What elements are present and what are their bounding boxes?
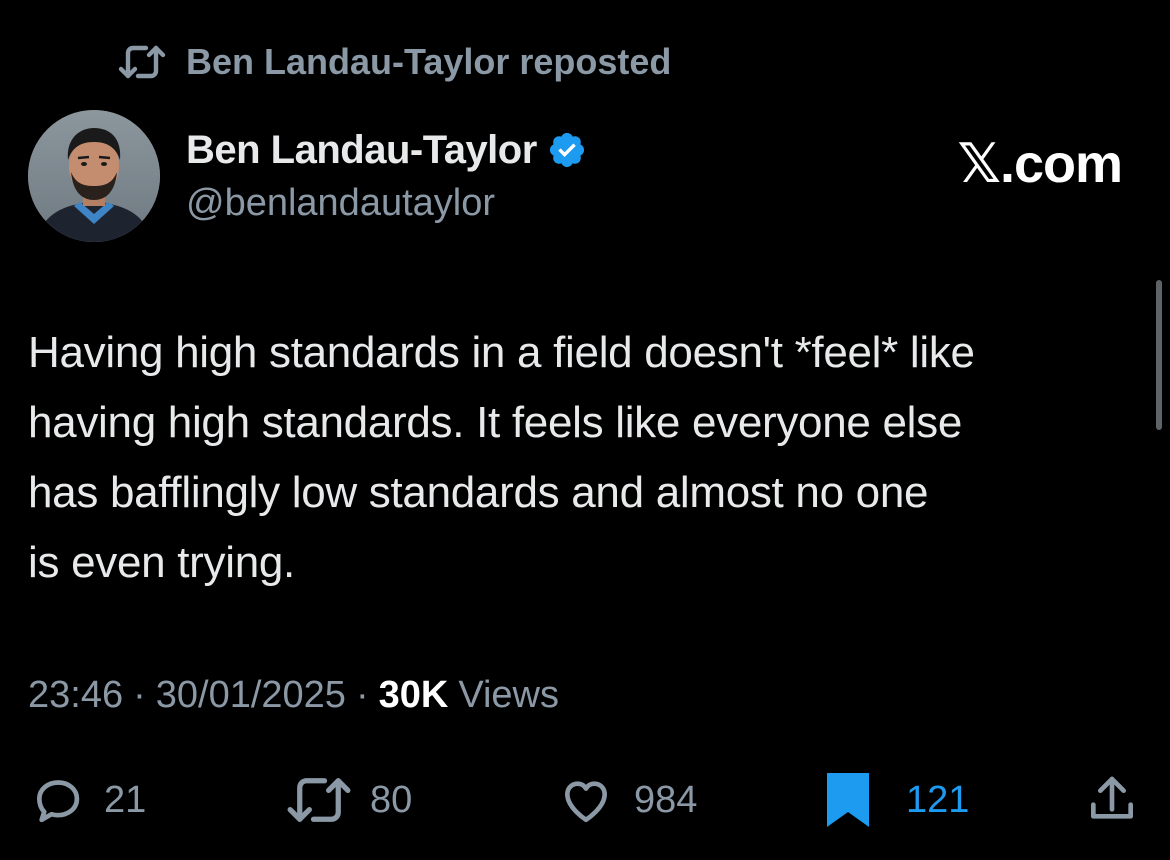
- repost-button[interactable]: 80: [286, 770, 412, 830]
- views-count[interactable]: 30K: [379, 674, 449, 717]
- meta-separator: ·: [355, 674, 369, 716]
- views-label[interactable]: Views: [458, 674, 559, 717]
- reply-button[interactable]: 21: [30, 770, 146, 830]
- reply-icon: [30, 772, 86, 828]
- author-name-row[interactable]: Ben Landau-Taylor: [186, 126, 587, 174]
- like-button[interactable]: 984: [556, 770, 697, 830]
- author-block: Ben Landau-Taylor @benlandautaylor: [186, 126, 587, 225]
- share-button[interactable]: [1084, 770, 1140, 830]
- like-count: 984: [634, 778, 698, 821]
- tweet-time[interactable]: 23:46: [28, 674, 123, 717]
- bookmark-icon: [824, 770, 872, 830]
- bookmark-count: 121: [906, 778, 970, 821]
- heart-icon: [556, 772, 616, 828]
- author-name[interactable]: Ben Landau-Taylor: [186, 128, 537, 173]
- repost-icon: [286, 772, 352, 828]
- repost-banner-text: Ben Landau-Taylor reposted: [186, 41, 672, 82]
- action-bar: 21 80 984 121: [0, 770, 1170, 830]
- tweet-text: Having high standards in a field doesn't…: [28, 318, 1148, 598]
- tweet-line: is even trying.: [28, 538, 295, 587]
- author-handle[interactable]: @benlandautaylor: [186, 182, 587, 225]
- avatar[interactable]: [28, 110, 160, 242]
- tweet-line: having high standards. It feels like eve…: [28, 398, 963, 447]
- scrollbar[interactable]: [1156, 280, 1162, 430]
- brand-logo: 𝕏.com: [957, 134, 1123, 194]
- verified-badge-icon: [547, 130, 587, 170]
- repost-count: 80: [370, 778, 413, 821]
- meta-separator: ·: [133, 674, 146, 716]
- repost-icon: [118, 42, 166, 82]
- reply-count: 21: [104, 778, 147, 821]
- repost-banner[interactable]: Ben Landau-Taylor reposted: [118, 40, 671, 84]
- tweet-date[interactable]: 30/01/2025: [156, 674, 346, 717]
- tweet-line: Having high standards in a field doesn't…: [28, 328, 975, 377]
- share-icon: [1084, 772, 1140, 828]
- bookmark-button[interactable]: 121: [824, 770, 969, 830]
- tweet-meta: 23:46 · 30/01/2025 · 30K Views: [28, 674, 559, 717]
- tweet-line: has bafflingly low standards and almost …: [28, 468, 929, 517]
